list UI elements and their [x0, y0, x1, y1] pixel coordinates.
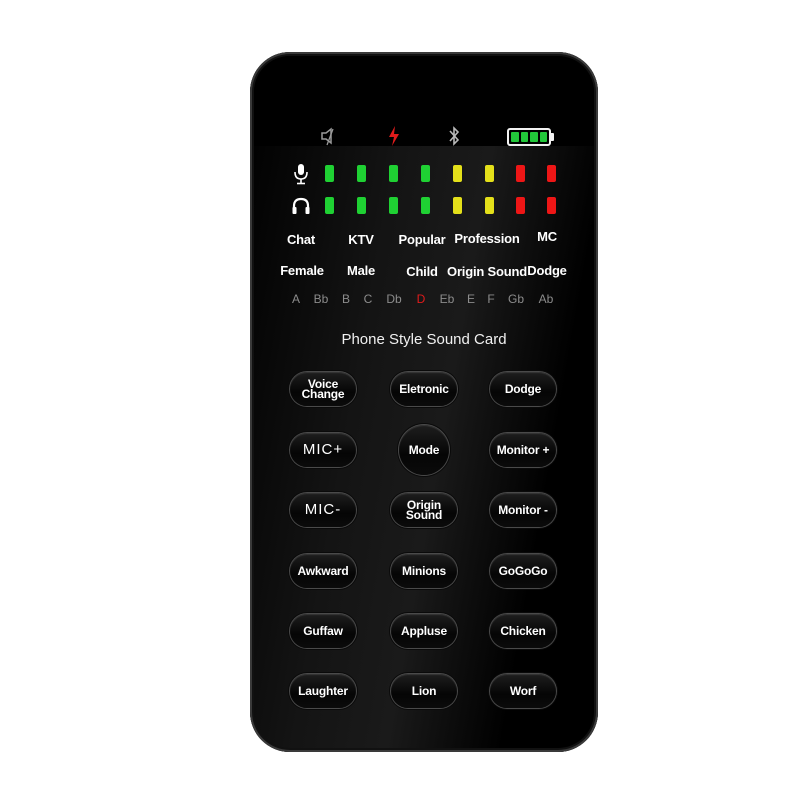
button-label: Guffaw — [303, 624, 343, 638]
button-label: Dodge — [504, 382, 542, 396]
mode-label: Chat — [286, 232, 316, 247]
button-label: Chicken — [500, 624, 546, 638]
level-led-yellow — [453, 197, 462, 214]
mute-speaker-icon — [318, 125, 338, 147]
origin-sound-button[interactable]: Origin Sound — [391, 493, 457, 527]
monitor-plus-button[interactable]: Monitor + — [490, 433, 556, 467]
voice-label: Dodge — [527, 263, 567, 278]
button-label: MIC- — [304, 501, 342, 518]
device-title: Phone Style Sound Card — [341, 331, 507, 348]
voice-label: Female — [280, 263, 324, 278]
button-label: Laughter — [298, 684, 348, 698]
key-indicator: Bb — [313, 292, 329, 306]
level-led-yellow — [485, 165, 494, 182]
level-led-red — [547, 197, 556, 214]
key-indicator: Ab — [538, 292, 554, 306]
level-led-yellow — [485, 197, 494, 214]
laughter-button[interactable]: Laughter — [290, 674, 356, 708]
button-label: Monitor + — [496, 443, 550, 457]
level-led-red — [516, 197, 525, 214]
level-led-green — [421, 197, 430, 214]
button-label: Worf — [509, 684, 537, 698]
level-led-red — [547, 165, 556, 182]
voice-label: Male — [346, 263, 376, 278]
level-led-green — [389, 197, 398, 214]
lightning-icon — [386, 125, 402, 147]
headphones-icon — [291, 195, 311, 217]
key-indicator: Db — [386, 292, 402, 306]
mode-button[interactable]: Mode — [399, 425, 449, 475]
mode-label: Popular — [398, 232, 446, 247]
voice-change-button[interactable]: Voice Change — [290, 372, 356, 406]
battery-icon — [507, 128, 551, 146]
mode-label: MC — [537, 229, 557, 244]
mic-minus-button[interactable]: MIC- — [290, 493, 356, 527]
worf-button[interactable]: Worf — [490, 674, 556, 708]
microphone-icon — [291, 163, 311, 185]
button-label: Minions — [402, 564, 446, 578]
gogogo-button[interactable]: GoGoGo — [490, 554, 556, 588]
awkward-button[interactable]: Awkward — [290, 554, 356, 588]
button-label: MIC+ — [302, 441, 344, 458]
button-label: Origin Sound — [405, 498, 443, 522]
level-led-green — [357, 165, 366, 182]
button-label: Monitor - — [498, 503, 548, 517]
key-indicator: B — [341, 292, 351, 306]
chicken-button[interactable]: Chicken — [490, 614, 556, 648]
button-label: Awkward — [297, 564, 349, 578]
key-indicator: C — [363, 292, 373, 306]
button-label: Eletronic — [399, 382, 449, 396]
level-led-red — [516, 165, 525, 182]
button-label: GoGoGo — [498, 564, 548, 578]
monitor-minus-button[interactable]: Monitor - — [490, 493, 556, 527]
level-led-yellow — [453, 165, 462, 182]
minions-button[interactable]: Minions — [391, 554, 457, 588]
lion-button[interactable]: Lion — [391, 674, 457, 708]
appluse-button[interactable]: Appluse — [391, 614, 457, 648]
key-indicator: Gb — [507, 292, 525, 306]
level-led-green — [325, 165, 334, 182]
eletronic-button[interactable]: Eletronic — [391, 372, 457, 406]
battery-tip — [551, 133, 554, 141]
level-led-green — [421, 165, 430, 182]
mode-label: KTV — [348, 232, 374, 247]
key-indicator: F — [487, 292, 495, 306]
button-label: Lion — [411, 684, 437, 698]
key-indicator-active: D — [416, 292, 426, 306]
mic-plus-button[interactable]: MIC+ — [290, 433, 356, 467]
bluetooth-icon — [446, 125, 462, 147]
voice-label: Origin Sound — [447, 264, 527, 279]
level-led-green — [357, 197, 366, 214]
mode-label: Profession — [454, 231, 520, 246]
level-led-green — [389, 165, 398, 182]
key-indicator: E — [466, 292, 476, 306]
dodge-button[interactable]: Dodge — [490, 372, 556, 406]
button-label: Mode — [408, 443, 440, 457]
button-label: Appluse — [401, 624, 447, 638]
button-label: Voice Change — [301, 377, 345, 401]
key-indicator: A — [291, 292, 301, 306]
guffaw-button[interactable]: Guffaw — [290, 614, 356, 648]
level-led-green — [325, 197, 334, 214]
voice-label: Child — [406, 264, 438, 279]
key-indicator: Eb — [439, 292, 455, 306]
